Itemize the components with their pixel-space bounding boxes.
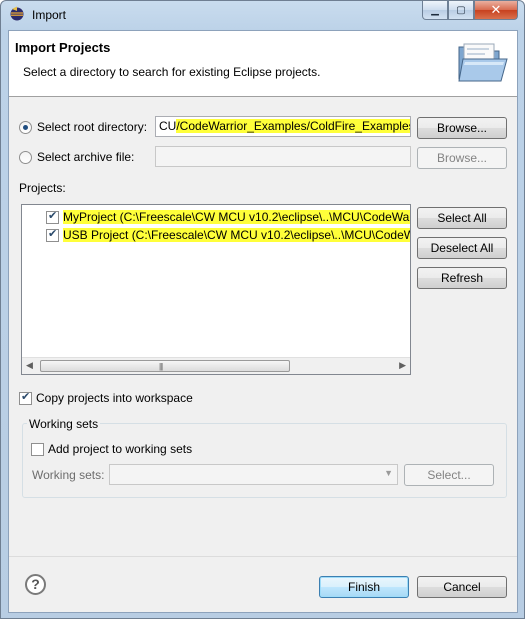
chevron-down-icon: ▼ [384, 468, 393, 478]
projects-list[interactable]: MyProject (C:\Freescale\CW MCU v10.2\ecl… [21, 204, 411, 375]
dialog-header: Import Projects Select a directory to se… [9, 31, 517, 97]
maximize-icon: ▢ [456, 4, 466, 16]
folder-open-icon [458, 43, 508, 82]
checkbox-unchecked-icon [31, 442, 44, 456]
minimize-button[interactable]: ▁ [422, 1, 448, 20]
project-label: MyProject (C:\Freescale\CW MCU v10.2\ecl… [63, 210, 410, 224]
scroll-left-icon[interactable]: ◀ [26, 360, 33, 371]
page-title: Import Projects [15, 40, 111, 55]
root-directory-value-highlight: /CodeWarrior_Examples/ColdFire_Examples [176, 119, 410, 133]
copy-projects-label: Copy projects into workspace [36, 391, 193, 405]
select-working-sets-button: Select... [404, 464, 494, 486]
help-icon[interactable]: ? [25, 574, 46, 595]
cancel-button[interactable]: Cancel [417, 576, 507, 598]
select-root-directory-radio[interactable]: Select root directory: [19, 120, 147, 134]
archive-file-label: Select archive file: [37, 150, 135, 164]
maximize-button[interactable]: ▢ [448, 1, 474, 20]
radio-unselected-icon [19, 150, 32, 164]
minimize-icon: ▁ [431, 4, 439, 16]
select-archive-file-radio[interactable]: Select archive file: [19, 150, 134, 164]
add-to-working-sets-label: Add project to working sets [48, 442, 193, 456]
working-sets-group [22, 423, 507, 498]
import-dialog-window: Import ▁ ▢ ✕ Import Projects Select a di… [0, 0, 525, 619]
root-directory-label: Select root directory: [37, 120, 148, 134]
working-sets-field-label: Working sets: [32, 468, 105, 482]
grip-icon: ||| [159, 362, 163, 371]
page-description: Select a directory to search for existin… [23, 65, 321, 79]
projects-label: Projects: [19, 181, 66, 195]
dialog-client-area: Import Projects Select a directory to se… [8, 30, 518, 613]
title-bar[interactable]: Import ▁ ▢ ✕ [1, 1, 524, 31]
archive-file-field [155, 146, 411, 167]
select-all-button[interactable]: Select All [417, 207, 507, 229]
working-sets-group-title: Working sets [27, 417, 101, 431]
scrollbar-thumb[interactable]: ||| [40, 360, 290, 372]
finish-button[interactable]: Finish [319, 576, 409, 598]
footer-divider [9, 556, 517, 557]
checkbox-checked-icon [19, 390, 32, 405]
eclipse-import-icon [10, 6, 24, 21]
horizontal-scrollbar[interactable]: ◀ ||| ▶ [22, 357, 410, 374]
scroll-right-icon[interactable]: ▶ [399, 360, 406, 371]
checkbox-checked-icon[interactable] [46, 209, 59, 224]
checkbox-checked-icon[interactable] [46, 227, 59, 242]
deselect-all-button[interactable]: Deselect All [417, 237, 507, 259]
refresh-button[interactable]: Refresh [417, 267, 507, 289]
root-directory-value-prefix: CU [159, 119, 177, 133]
list-item[interactable]: USB Project (C:\Freescale\CW MCU v10.2\e… [46, 226, 410, 244]
radio-selected-icon [19, 120, 32, 134]
add-to-working-sets-checkbox[interactable]: Add project to working sets [31, 442, 192, 456]
browse-directory-button[interactable]: Browse... [417, 117, 507, 139]
working-sets-combo: ▼ [109, 464, 398, 485]
project-label: USB Project (C:\Freescale\CW MCU v10.2\e… [63, 228, 410, 242]
browse-archive-button: Browse... [417, 147, 507, 169]
copy-projects-checkbox[interactable]: Copy projects into workspace [19, 390, 193, 405]
close-icon: ✕ [490, 2, 502, 17]
root-directory-field[interactable]: CU/CodeWarrior_Examples/ColdFire_Example… [155, 116, 411, 137]
window-title: Import [32, 8, 67, 22]
close-button[interactable]: ✕ [474, 1, 518, 20]
list-item[interactable]: MyProject (C:\Freescale\CW MCU v10.2\ecl… [46, 208, 410, 226]
